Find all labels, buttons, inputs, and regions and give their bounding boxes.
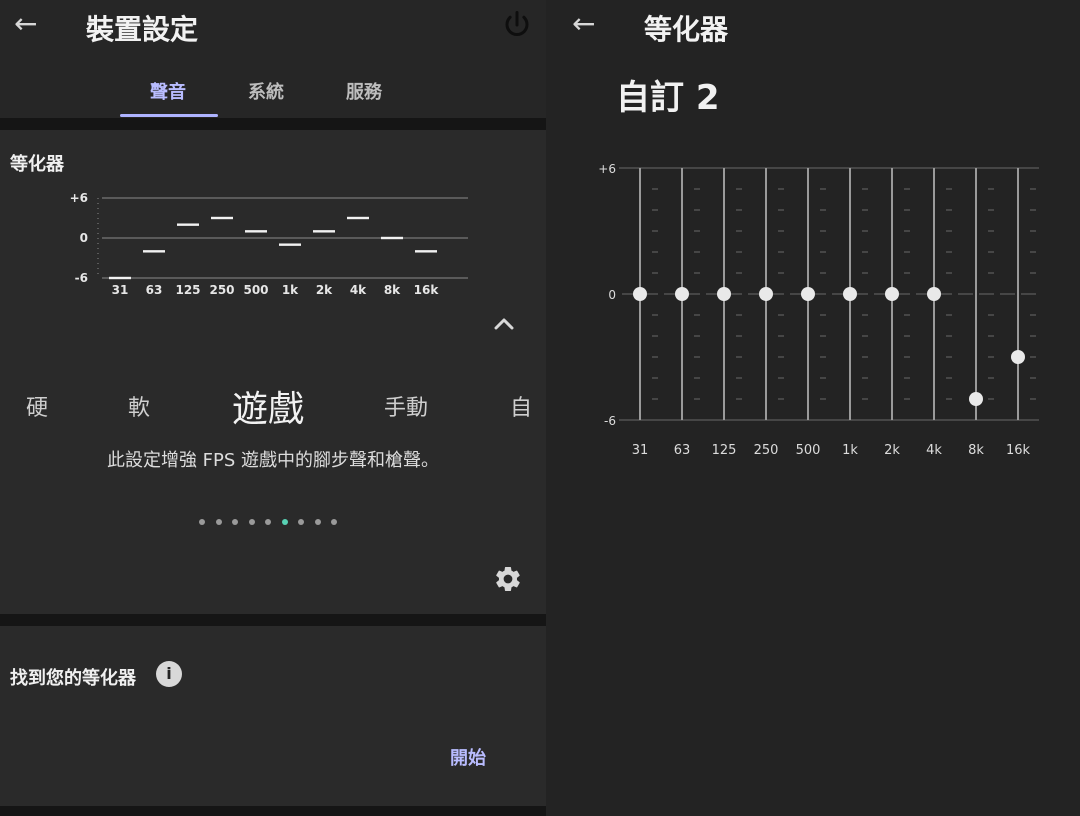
y-tick-label: 0 — [608, 288, 616, 302]
eq-band-level — [177, 223, 199, 226]
tab-system[interactable]: 系統 — [218, 78, 314, 104]
find-equalizer-card: 找到您的等化器 — [0, 626, 546, 806]
equalizer-section-title: 等化器 — [10, 154, 64, 175]
tab-bar: 聲音 系統 服務 — [0, 64, 546, 118]
slider-knob[interactable] — [969, 392, 983, 406]
equalizer-slider-chart[interactable]: +6 0 -6 31 63 125 250 500 1k 2k 4k 8k 16k — [586, 150, 1080, 480]
carousel-dot[interactable] — [298, 519, 304, 525]
eq-band-level — [245, 230, 267, 233]
section-divider — [0, 614, 546, 626]
eq-band-level — [381, 236, 403, 240]
device-settings-topbar: ← 裝置設定 — [0, 0, 546, 64]
x-tick-label: 8k — [968, 443, 984, 458]
section-divider — [0, 806, 546, 816]
gear-icon[interactable] — [493, 564, 523, 594]
y-tick-label: -6 — [604, 414, 616, 428]
carousel-dot[interactable] — [232, 519, 238, 525]
preset-game[interactable]: 遊戲 — [232, 380, 304, 432]
x-tick-label: 4k — [926, 443, 942, 458]
slider-knob[interactable] — [717, 287, 731, 301]
x-tick-label: 125 — [175, 283, 200, 297]
y-tick-label: -6 — [75, 271, 88, 285]
y-tick-label: 0 — [80, 231, 88, 245]
equalizer-topbar: ← 等化器 — [546, 0, 1080, 64]
y-tick-label: +6 — [598, 162, 616, 176]
x-tick-label: 125 — [712, 443, 737, 458]
slider-knob[interactable] — [927, 287, 941, 301]
preset-description: 此設定增強 FPS 遊戲中的腳步聲和槍聲。 — [106, 450, 440, 471]
carousel-dot[interactable] — [314, 519, 321, 525]
x-tick-label: 500 — [796, 443, 821, 458]
slider-knob[interactable] — [633, 287, 647, 301]
page-title: 等化器 — [644, 13, 729, 46]
x-tick-label: 16k — [1006, 443, 1031, 458]
eq-band-level — [143, 250, 165, 253]
tab-service[interactable]: 服務 — [316, 78, 412, 104]
x-tick-label: 63 — [146, 283, 163, 297]
x-tick-label: 250 — [209, 283, 234, 297]
eq-band-level — [109, 276, 131, 280]
find-equalizer-title: 找到您的等化器 — [10, 668, 136, 689]
active-tab-indicator — [120, 114, 218, 117]
x-tick-label: 1k — [282, 283, 299, 297]
eq-band-level — [415, 250, 437, 253]
x-tick-label: 4k — [350, 283, 367, 297]
back-arrow-icon[interactable]: ← — [14, 10, 37, 38]
chevron-up-icon[interactable] — [492, 312, 516, 336]
preset-soft[interactable]: 軟 — [128, 390, 150, 422]
x-tick-label: 16k — [414, 283, 440, 297]
eq-band-level — [347, 216, 369, 220]
eq-band-level — [211, 216, 233, 220]
device-settings-panel: ← 裝置設定 聲音 系統 服務 等化器 +6 0 -6 31 63 125 250 500 1k… — [0, 0, 546, 816]
slider-knob[interactable] — [1011, 350, 1025, 364]
carousel-dot[interactable] — [248, 519, 255, 525]
carousel-dot[interactable] — [265, 519, 271, 525]
y-tick-label: +6 — [70, 191, 88, 205]
info-icon[interactable]: i — [156, 661, 182, 687]
preset-carousel[interactable]: 硬 軟 遊戲 手動 自 — [0, 378, 546, 430]
x-tick-label: 1k — [842, 443, 858, 458]
x-tick-label: 31 — [112, 283, 129, 297]
slider-knob[interactable] — [885, 287, 899, 301]
preset-hard[interactable]: 硬 — [26, 390, 48, 422]
preset-title: 自訂 2 — [616, 78, 720, 118]
x-tick-label: 500 — [243, 283, 268, 297]
x-tick-label: 2k — [316, 283, 333, 297]
equalizer-mini-chart: +6 0 -6 31 63 125 250 500 1k 2k 4k 8k 16k — [70, 191, 468, 297]
slider-knob[interactable] — [759, 287, 773, 301]
slider-knob[interactable] — [801, 287, 815, 301]
power-icon[interactable] — [502, 10, 532, 40]
eq-band-level — [279, 243, 301, 246]
eq-band-level — [313, 230, 335, 233]
carousel-dot[interactable] — [199, 519, 205, 525]
page-title: 裝置設定 — [86, 13, 199, 46]
x-tick-label: 250 — [754, 443, 779, 458]
x-tick-label: 8k — [384, 283, 401, 297]
slider-knob[interactable] — [675, 287, 689, 301]
tab-sound[interactable]: 聲音 — [120, 78, 216, 104]
carousel-dot[interactable] — [281, 519, 288, 525]
carousel-dot[interactable] — [215, 519, 222, 525]
x-tick-label: 31 — [632, 443, 649, 458]
slider-knob[interactable] — [843, 287, 857, 301]
start-button[interactable]: 開始 — [450, 744, 486, 770]
x-tick-label: 2k — [884, 443, 900, 458]
section-divider — [0, 118, 546, 130]
x-tick-label: 63 — [674, 443, 691, 458]
preset-manual[interactable]: 手動 — [384, 390, 428, 422]
back-arrow-icon[interactable]: ← — [572, 10, 595, 38]
carousel-dot[interactable] — [331, 519, 337, 525]
preset-custom-partial[interactable]: 自 — [510, 390, 532, 422]
